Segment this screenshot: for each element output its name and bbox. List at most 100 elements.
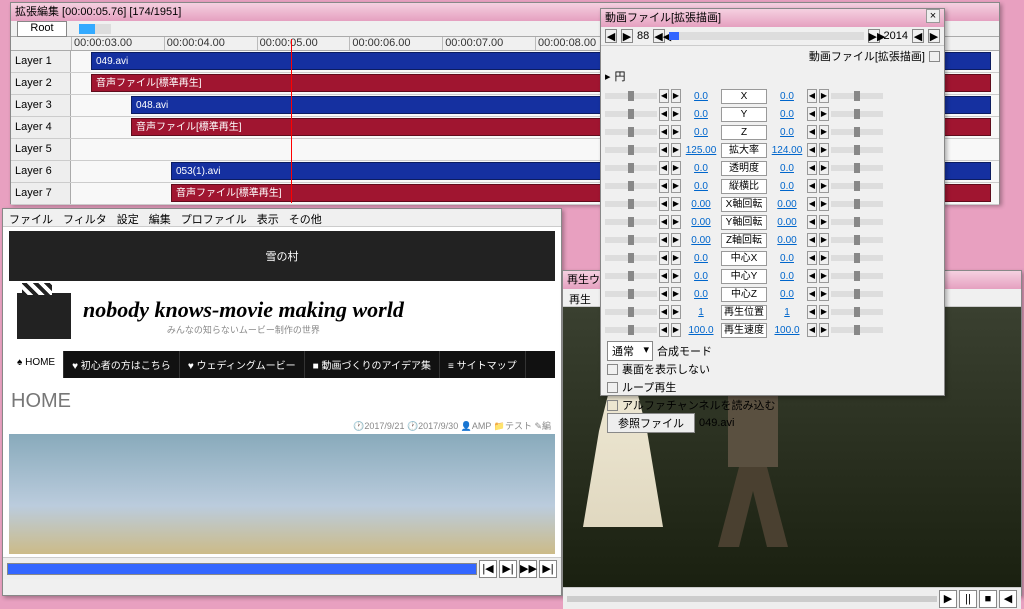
inc-right-icon[interactable]: ▶ bbox=[819, 143, 829, 157]
param-name[interactable]: Y bbox=[721, 107, 767, 122]
property-titlebar[interactable]: 動画ファイル[拡張描画]× bbox=[601, 9, 944, 27]
slider-left[interactable] bbox=[605, 93, 657, 99]
value-left[interactable]: 0.0 bbox=[683, 289, 719, 300]
dec-right-icon[interactable]: ◀ bbox=[807, 143, 817, 157]
slider-right[interactable] bbox=[831, 219, 883, 225]
loop-checkbox[interactable] bbox=[607, 382, 618, 393]
slider-left[interactable] bbox=[605, 327, 657, 333]
transport-button[interactable]: ▶▶ bbox=[519, 560, 537, 578]
inc-left-icon[interactable]: ▶ bbox=[671, 233, 681, 247]
slider-left[interactable] bbox=[605, 255, 657, 261]
slider-right[interactable] bbox=[831, 291, 883, 297]
dec-left-icon[interactable]: ◀ bbox=[659, 233, 669, 247]
transport-button[interactable]: ◀ bbox=[999, 590, 1017, 608]
dec-left-icon[interactable]: ◀ bbox=[659, 161, 669, 175]
inc-left-icon[interactable]: ▶ bbox=[671, 107, 681, 121]
root-button[interactable]: Root bbox=[17, 21, 67, 37]
dec-left-icon[interactable]: ◀ bbox=[659, 179, 669, 193]
transport-button[interactable]: |◀ bbox=[479, 560, 497, 578]
playhead[interactable] bbox=[291, 39, 292, 203]
nav-item[interactable]: ♠ HOME bbox=[9, 351, 64, 378]
inc-left-icon[interactable]: ▶ bbox=[671, 323, 681, 337]
value-left[interactable]: 0.00 bbox=[683, 217, 719, 228]
slider-left[interactable] bbox=[605, 309, 657, 315]
inc-right-icon[interactable]: ▶ bbox=[819, 125, 829, 139]
slider-left[interactable] bbox=[605, 237, 657, 243]
value-left[interactable]: 0.0 bbox=[683, 109, 719, 120]
inc-right-icon[interactable]: ▶ bbox=[819, 323, 829, 337]
step-fwd-icon[interactable]: ▶▶ bbox=[868, 29, 880, 43]
value-left[interactable]: 0.0 bbox=[683, 181, 719, 192]
inc-left-icon[interactable]: ▶ bbox=[671, 179, 681, 193]
value-left[interactable]: 0.0 bbox=[683, 127, 719, 138]
transport-button[interactable]: ▶| bbox=[499, 560, 517, 578]
value-right[interactable]: 0.0 bbox=[769, 271, 805, 282]
param-name[interactable]: Y軸回転 bbox=[721, 215, 767, 230]
value-right[interactable]: 0.00 bbox=[769, 199, 805, 210]
slider-right[interactable] bbox=[831, 147, 883, 153]
value-left[interactable]: 125.00 bbox=[683, 145, 719, 156]
dec-left-icon[interactable]: ◀ bbox=[659, 107, 669, 121]
value-right[interactable]: 100.0 bbox=[769, 325, 805, 336]
dec-left-icon[interactable]: ◀ bbox=[659, 251, 669, 265]
ruler-tick[interactable]: 00:00:04.00 bbox=[164, 37, 257, 50]
slider-right[interactable] bbox=[831, 273, 883, 279]
prev-frame-icon[interactable]: ◀ bbox=[605, 29, 617, 43]
inc-right-icon[interactable]: ▶ bbox=[819, 269, 829, 283]
inc-left-icon[interactable]: ▶ bbox=[671, 269, 681, 283]
slider-left[interactable] bbox=[605, 129, 657, 135]
dec-left-icon[interactable]: ◀ bbox=[659, 305, 669, 319]
inc-right-icon[interactable]: ▶ bbox=[819, 197, 829, 211]
dec-left-icon[interactable]: ◀ bbox=[659, 287, 669, 301]
menu-item[interactable]: 再生 bbox=[569, 291, 591, 304]
dec-right-icon[interactable]: ◀ bbox=[807, 251, 817, 265]
menu-item[interactable]: 編集 bbox=[149, 211, 171, 224]
inc-left-icon[interactable]: ▶ bbox=[671, 287, 681, 301]
dec-left-icon[interactable]: ◀ bbox=[659, 197, 669, 211]
menu-item[interactable]: 設定 bbox=[117, 211, 139, 224]
slider-right[interactable] bbox=[831, 129, 883, 135]
slider-left[interactable] bbox=[605, 219, 657, 225]
transport-button[interactable]: || bbox=[959, 590, 977, 608]
inc-left-icon[interactable]: ▶ bbox=[671, 197, 681, 211]
nav-item[interactable]: ≡ サイトマップ bbox=[440, 351, 526, 378]
param-name[interactable]: Z軸回転 bbox=[721, 233, 767, 248]
dec-right-icon[interactable]: ◀ bbox=[807, 125, 817, 139]
value-right[interactable]: 0.0 bbox=[769, 253, 805, 264]
param-name[interactable]: 中心Y bbox=[721, 269, 767, 284]
inc-left-icon[interactable]: ▶ bbox=[671, 215, 681, 229]
next-icon[interactable]: ◀ bbox=[912, 29, 924, 43]
value-left[interactable]: 0.00 bbox=[683, 235, 719, 246]
inc-right-icon[interactable]: ▶ bbox=[819, 305, 829, 319]
inc-left-icon[interactable]: ▶ bbox=[671, 305, 681, 319]
next-frame-icon[interactable]: ▶ bbox=[928, 29, 940, 43]
menu-item[interactable]: その他 bbox=[289, 211, 322, 224]
filter-checkbox[interactable] bbox=[929, 51, 940, 62]
layer-label[interactable]: Layer 3 bbox=[11, 95, 71, 116]
value-right[interactable]: 0.00 bbox=[769, 235, 805, 246]
dec-right-icon[interactable]: ◀ bbox=[807, 89, 817, 103]
nav-item[interactable]: ♥ ウェディングムービー bbox=[180, 351, 305, 378]
param-name[interactable]: 縦横比 bbox=[721, 179, 767, 194]
value-left[interactable]: 0.0 bbox=[683, 163, 719, 174]
layer-label[interactable]: Layer 7 bbox=[11, 183, 71, 204]
playback-seekbar[interactable] bbox=[567, 596, 937, 602]
value-right[interactable]: 1 bbox=[769, 307, 805, 318]
step-back-icon[interactable]: ◀◀ bbox=[653, 29, 665, 43]
param-name[interactable]: 中心Z bbox=[721, 287, 767, 302]
inc-right-icon[interactable]: ▶ bbox=[819, 215, 829, 229]
slider-right[interactable] bbox=[831, 165, 883, 171]
ruler-tick[interactable]: 00:00:07.00 bbox=[442, 37, 535, 50]
inc-right-icon[interactable]: ▶ bbox=[819, 161, 829, 175]
dec-right-icon[interactable]: ◀ bbox=[807, 161, 817, 175]
ruler-tick[interactable]: 00:00:05.00 bbox=[257, 37, 350, 50]
value-left[interactable]: 0.0 bbox=[683, 271, 719, 282]
inc-left-icon[interactable]: ▶ bbox=[671, 161, 681, 175]
inc-right-icon[interactable]: ▶ bbox=[819, 89, 829, 103]
param-name[interactable]: 透明度 bbox=[721, 161, 767, 176]
slider-right[interactable] bbox=[831, 93, 883, 99]
inc-right-icon[interactable]: ▶ bbox=[819, 107, 829, 121]
dec-right-icon[interactable]: ◀ bbox=[807, 269, 817, 283]
ruler-tick[interactable]: 00:00:03.00 bbox=[71, 37, 164, 50]
value-right[interactable]: 0.00 bbox=[769, 217, 805, 228]
